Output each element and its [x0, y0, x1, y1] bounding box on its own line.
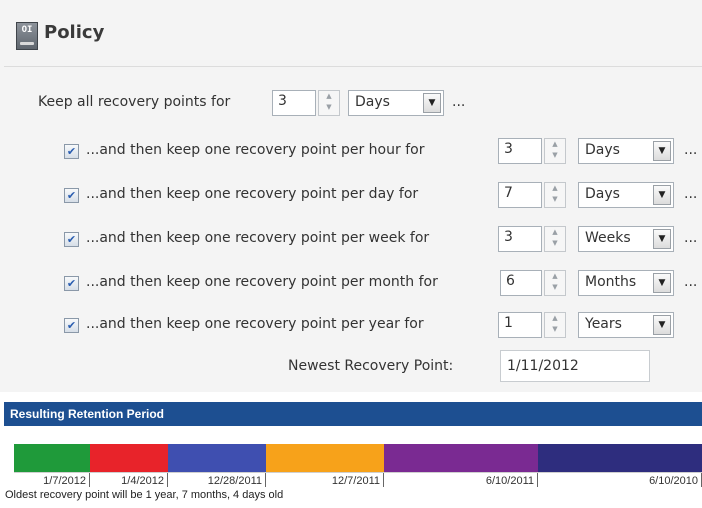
- chevron-down-icon: ▼: [653, 141, 671, 161]
- rule-spinner-hour[interactable]: ▲ ▼: [544, 138, 566, 164]
- keep-all-label: Keep all recovery points for: [38, 94, 231, 110]
- rule-label-hour: ...and then keep one recovery point per …: [86, 142, 425, 158]
- rule-value-input-week[interactable]: 3: [498, 226, 542, 252]
- rule-row-day: ✔ ...and then keep one recovery point pe…: [64, 182, 702, 212]
- rule-unit-select-week[interactable]: Weeks ▼: [578, 226, 674, 252]
- rule-label-month: ...and then keep one recovery point per …: [86, 274, 438, 290]
- rule-more-hour: ...: [684, 142, 698, 158]
- chevron-down-icon: ▼: [653, 273, 671, 293]
- retention-tick-label: 6/10/2011: [384, 473, 538, 487]
- policy-icon: OI: [16, 22, 38, 50]
- rule-label-day: ...and then keep one recovery point per …: [86, 186, 419, 202]
- rule-value-input-hour[interactable]: 3: [498, 138, 542, 164]
- retention-tick-label: 1/4/2012: [90, 473, 168, 487]
- rule-spinner-month[interactable]: ▲ ▼: [544, 270, 566, 296]
- rule-checkbox-week[interactable]: ✔: [64, 232, 79, 247]
- retention-segment: [384, 444, 538, 472]
- rule-more-week: ...: [684, 230, 698, 246]
- retention-segment: [168, 444, 266, 472]
- retention-segment: [538, 444, 702, 472]
- rule-unit-value-week: Weeks: [585, 230, 631, 246]
- retention-segment: [266, 444, 384, 472]
- keep-all-value-input[interactable]: 3: [272, 90, 316, 116]
- rule-row-month: ✔ ...and then keep one recovery point pe…: [64, 270, 702, 300]
- rule-value-input-year[interactable]: 1: [498, 312, 542, 338]
- rule-more-month: ...: [684, 274, 698, 290]
- policy-title: Policy: [44, 22, 105, 43]
- newest-recovery-point-field[interactable]: 1/11/2012: [500, 350, 650, 382]
- rule-label-week: ...and then keep one recovery point per …: [86, 230, 430, 246]
- chevron-down-icon: ▼: [423, 93, 441, 113]
- rule-unit-select-day[interactable]: Days ▼: [578, 182, 674, 208]
- rule-unit-value-month: Months: [585, 274, 637, 290]
- rule-unit-select-year[interactable]: Years ▼: [578, 312, 674, 338]
- retention-tick-label: 6/10/2010: [538, 473, 702, 487]
- keep-all-spinner[interactable]: ▲ ▼: [318, 90, 340, 116]
- rule-label-year: ...and then keep one recovery point per …: [86, 316, 424, 332]
- rule-spinner-day[interactable]: ▲ ▼: [544, 182, 566, 208]
- keep-all-row: Keep all recovery points for 3 ▲ ▼ Days ▼…: [38, 90, 638, 120]
- retention-tick-label: 12/7/2011: [266, 473, 384, 487]
- rule-checkbox-year[interactable]: ✔: [64, 318, 79, 333]
- rule-more-day: ...: [684, 186, 698, 202]
- retention-summary: Oldest recovery point will be 1 year, 7 …: [5, 489, 284, 501]
- keep-all-unit-value: Days: [355, 94, 390, 110]
- retention-bar: [14, 444, 702, 472]
- retention-panel: Resulting Retention Period 1/7/2012 1/4/…: [0, 402, 702, 508]
- rule-row-week: ✔ ...and then keep one recovery point pe…: [64, 226, 702, 256]
- policy-header: OI Policy: [4, 4, 702, 67]
- keep-all-more: ...: [452, 94, 466, 110]
- rule-checkbox-month[interactable]: ✔: [64, 276, 79, 291]
- rule-value-input-day[interactable]: 7: [498, 182, 542, 208]
- chevron-down-icon: ▼: [653, 229, 671, 249]
- rule-row-year: ✔ ...and then keep one recovery point pe…: [64, 312, 702, 342]
- rule-checkbox-day[interactable]: ✔: [64, 188, 79, 203]
- rule-unit-value-day: Days: [585, 186, 620, 202]
- retention-tick-label: 12/28/2011: [168, 473, 266, 487]
- rule-unit-value-year: Years: [585, 316, 622, 332]
- rule-unit-value-hour: Days: [585, 142, 620, 158]
- policy-panel: OI Policy Keep all recovery points for 3…: [0, 0, 702, 392]
- retention-axis: 1/7/2012 1/4/2012 12/28/2011 12/7/2011 6…: [14, 472, 702, 487]
- rule-spinner-year[interactable]: ▲ ▼: [544, 312, 566, 338]
- retention-segment: [90, 444, 168, 472]
- rule-row-hour: ✔ ...and then keep one recovery point pe…: [64, 138, 702, 168]
- rule-unit-select-month[interactable]: Months ▼: [578, 270, 674, 296]
- newest-recovery-point-label: Newest Recovery Point:: [288, 358, 454, 374]
- chevron-down-icon: ▼: [653, 185, 671, 205]
- retention-tick-label: 1/7/2012: [14, 473, 90, 487]
- chevron-down-icon: ▼: [653, 315, 671, 335]
- retention-title: Resulting Retention Period: [4, 402, 702, 426]
- retention-segment: [14, 444, 90, 472]
- rule-unit-select-hour[interactable]: Days ▼: [578, 138, 674, 164]
- keep-all-unit-select[interactable]: Days ▼: [348, 90, 444, 116]
- rule-checkbox-hour[interactable]: ✔: [64, 144, 79, 159]
- rule-spinner-week[interactable]: ▲ ▼: [544, 226, 566, 252]
- rule-value-input-month[interactable]: 6: [500, 270, 542, 296]
